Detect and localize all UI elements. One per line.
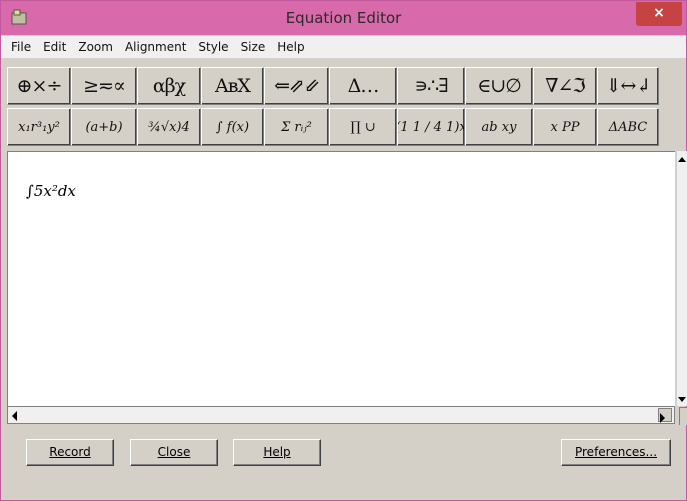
subscript-superscript-templates-button[interactable]: x₁r³₁y² bbox=[7, 108, 71, 146]
relational-symbols-icon: ≥≂∝ bbox=[83, 75, 126, 97]
matrix-templates-button[interactable]: (1 1 / 4 1)x bbox=[397, 108, 465, 146]
record-button[interactable]: Record bbox=[26, 439, 114, 466]
close-button[interactable]: Close bbox=[130, 439, 218, 466]
fraction-radical-templates-button[interactable]: ¾√x)4 bbox=[137, 108, 201, 146]
record-button-label: Record bbox=[49, 445, 91, 459]
fence-templates-button[interactable]: (a+b) bbox=[71, 108, 137, 146]
overbar-underbar-icon: ab xy bbox=[481, 119, 517, 135]
product-union-icon: ∏ ∪ bbox=[350, 119, 376, 135]
misc-symbols-icon: ∇∠ℑ bbox=[545, 75, 585, 97]
menu-style[interactable]: Style bbox=[192, 40, 234, 54]
template-palette-row: x₁r³₁y² (a+b) ¾√x)4 ∫ f(x) Σ rᵢⱼ² ∏ ∪ (1… bbox=[7, 108, 679, 146]
help-button[interactable]: Help bbox=[233, 439, 321, 466]
arrow-symbols-button[interactable]: ⇐⇗⇙ bbox=[264, 67, 329, 105]
set-theory-symbols-button[interactable]: ∈∪∅ bbox=[465, 67, 533, 105]
arrows-icon: ⇓↔↲ bbox=[605, 75, 652, 97]
scroll-left-icon[interactable] bbox=[12, 411, 17, 421]
title-bar[interactable]: Equation Editor × bbox=[1, 1, 686, 35]
labeled-arrow-icon: x PP bbox=[550, 119, 580, 135]
menu-alignment[interactable]: Alignment bbox=[119, 40, 192, 54]
embellishments-icon: AʙX bbox=[215, 75, 251, 97]
resize-grip[interactable] bbox=[679, 407, 687, 425]
greek-uppercase-button[interactable]: ΔABC bbox=[597, 108, 659, 146]
scroll-down-icon[interactable] bbox=[678, 397, 686, 402]
help-button-label: Help bbox=[263, 445, 291, 459]
menu-zoom[interactable]: Zoom bbox=[72, 40, 119, 54]
close-button-label: Close bbox=[157, 445, 191, 459]
relational-symbols-button[interactable]: ≥≂∝ bbox=[71, 67, 137, 105]
subscript-superscript-icon: x₁r³₁y² bbox=[18, 119, 60, 135]
matrix-icon: (1 1 / 4 1)x bbox=[397, 119, 465, 135]
embellishments-button[interactable]: AʙX bbox=[201, 67, 264, 105]
greek-lowercase-icon: αβχ bbox=[152, 75, 186, 97]
scroll-right-icon bbox=[660, 413, 665, 423]
vertical-scrollbar[interactable] bbox=[676, 151, 687, 406]
horizontal-scrollbar[interactable] bbox=[7, 406, 675, 424]
overbar-underbar-templates-button[interactable]: ab xy bbox=[465, 108, 533, 146]
arrows-button[interactable]: ⇓↔↲ bbox=[597, 67, 659, 105]
equation-editor-window: Equation Editor × File Edit Zoom Alignme… bbox=[0, 0, 687, 501]
greek-lowercase-button[interactable]: αβχ bbox=[137, 67, 201, 105]
scroll-up-icon[interactable] bbox=[678, 157, 686, 162]
summation-icon: Σ rᵢⱼ² bbox=[281, 119, 312, 135]
menu-size[interactable]: Size bbox=[235, 40, 272, 54]
integral-icon: ∫ f(x) bbox=[215, 119, 250, 135]
spaces-ellipses-icon: Δ… bbox=[347, 75, 380, 97]
product-union-templates-button[interactable]: ∏ ∪ bbox=[329, 108, 397, 146]
spaces-ellipses-button[interactable]: Δ… bbox=[329, 67, 397, 105]
menu-file[interactable]: File bbox=[5, 40, 37, 54]
operator-symbols-icon: ⊕×÷ bbox=[16, 75, 63, 97]
misc-symbols-button[interactable]: ∇∠ℑ bbox=[533, 67, 597, 105]
operator-symbols-button[interactable]: ⊕×÷ bbox=[7, 67, 71, 105]
menu-edit[interactable]: Edit bbox=[37, 40, 72, 54]
fraction-radical-icon: ¾√x)4 bbox=[148, 119, 190, 135]
close-window-button[interactable]: × bbox=[636, 2, 682, 26]
logical-symbols-icon: ∍∴∃ bbox=[414, 75, 448, 97]
labeled-arrow-templates-button[interactable]: x PP bbox=[533, 108, 597, 146]
equation-text[interactable]: ∫5x²dx bbox=[26, 182, 76, 200]
preferences-button[interactable]: Preferences... bbox=[561, 439, 671, 466]
preferences-button-label: Preferences... bbox=[574, 445, 658, 459]
integral-templates-button[interactable]: ∫ f(x) bbox=[201, 108, 264, 146]
greek-uppercase-icon: ΔABC bbox=[608, 119, 648, 135]
set-theory-symbols-icon: ∈∪∅ bbox=[477, 75, 522, 97]
summation-templates-button[interactable]: Σ rᵢⱼ² bbox=[264, 108, 329, 146]
equation-editing-area[interactable]: ∫5x²dx bbox=[7, 151, 675, 406]
symbol-palette-row: ⊕×÷ ≥≂∝ αβχ AʙX ⇐⇗⇙ Δ… ∍∴∃ ∈∪∅ ∇∠ℑ ⇓↔↲ bbox=[7, 67, 679, 105]
fence-icon: (a+b) bbox=[85, 119, 123, 135]
logical-symbols-button[interactable]: ∍∴∃ bbox=[397, 67, 465, 105]
scroll-right-button[interactable] bbox=[658, 408, 672, 423]
menu-bar: File Edit Zoom Alignment Style Size Help bbox=[1, 36, 686, 58]
menu-help[interactable]: Help bbox=[271, 40, 310, 54]
window-title: Equation Editor bbox=[285, 9, 402, 27]
arrow-symbols-icon: ⇐⇗⇙ bbox=[274, 75, 320, 97]
